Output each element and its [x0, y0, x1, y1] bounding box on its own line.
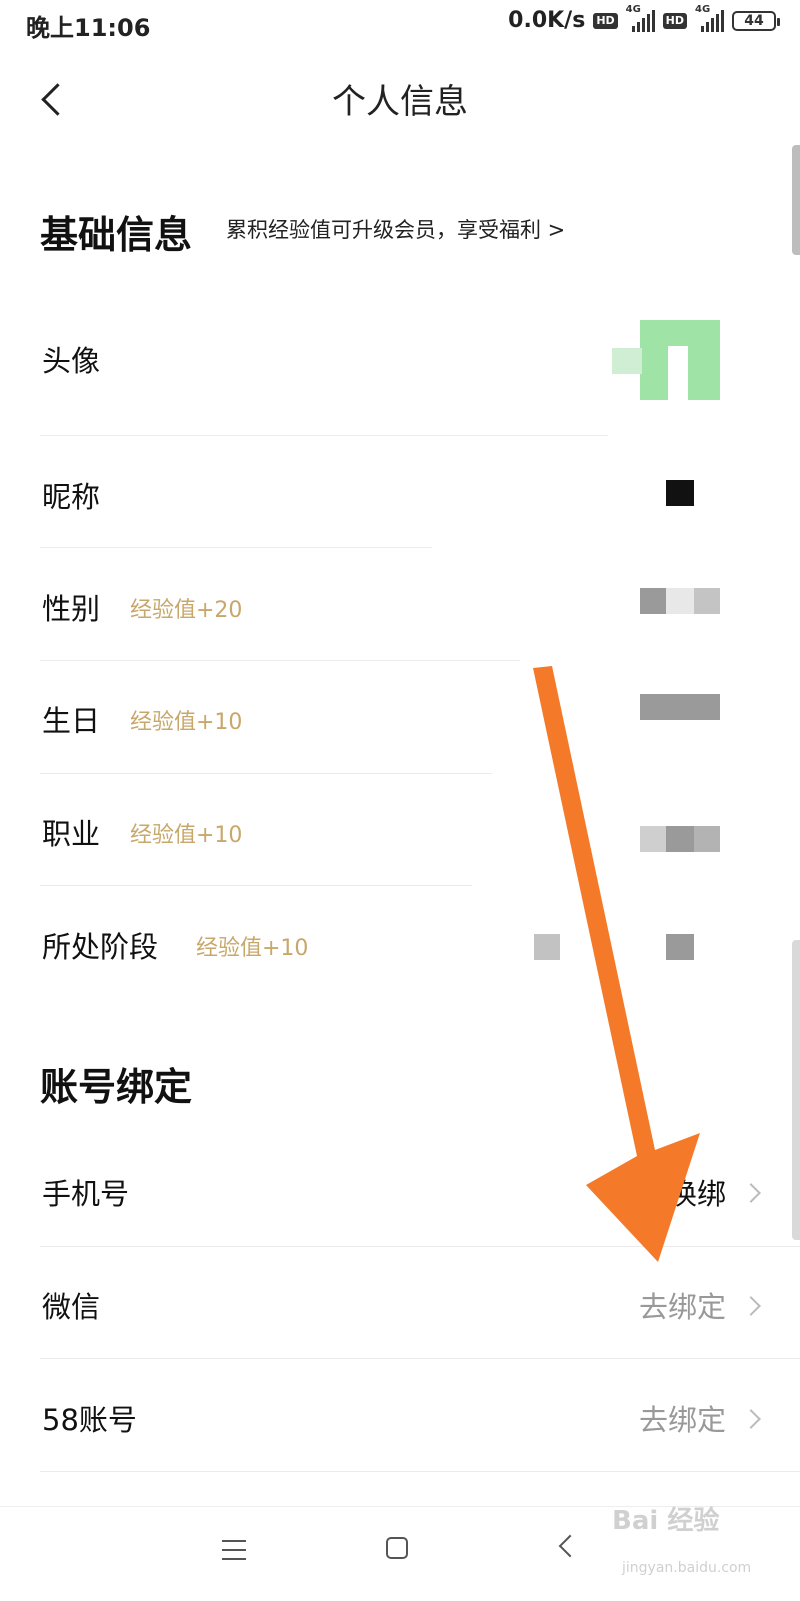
home-icon[interactable] — [386, 1537, 408, 1559]
menu-icon[interactable] — [222, 1540, 246, 1560]
watermark-url: jingyan.baidu.com — [622, 1560, 752, 1576]
annotation-arrow — [533, 666, 700, 1262]
watermark-logo: Bai 经验 — [612, 1506, 720, 1536]
